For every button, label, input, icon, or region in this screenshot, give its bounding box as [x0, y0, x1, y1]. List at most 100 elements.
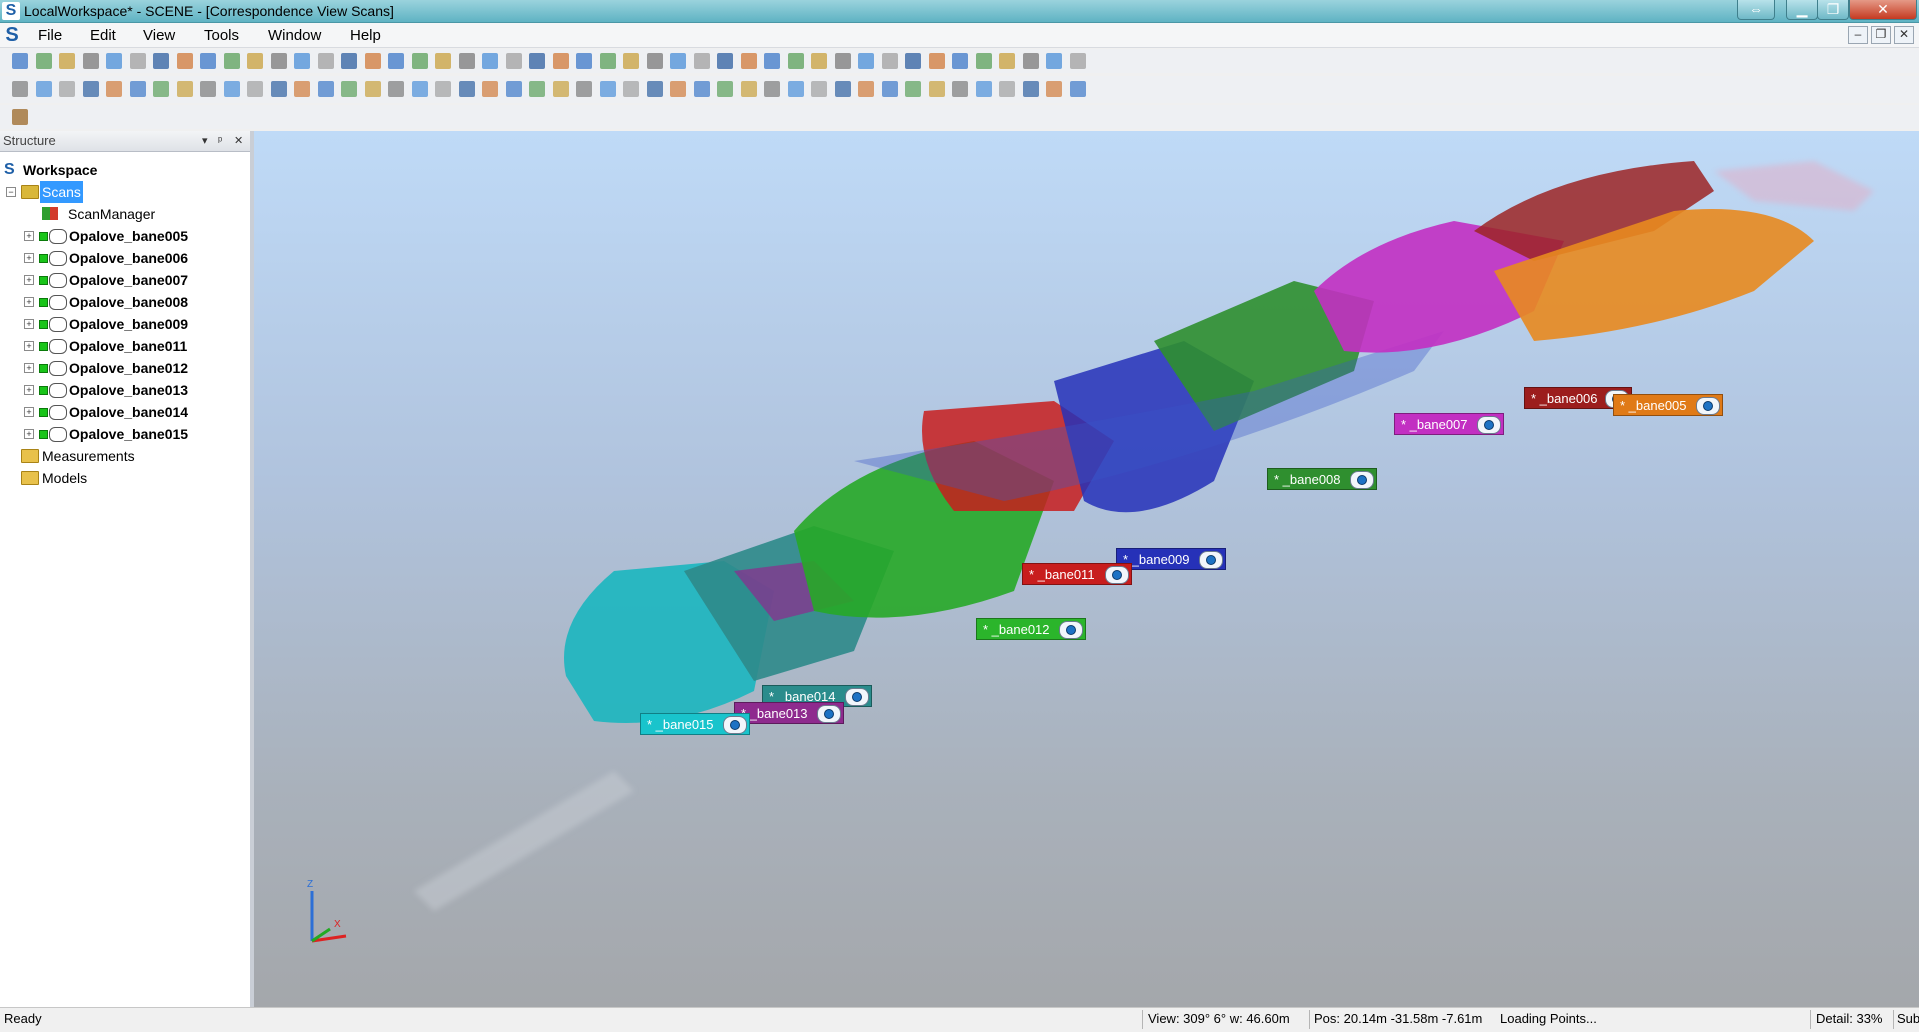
toolbar-icon[interactable]: [670, 53, 686, 69]
toolbar-icon[interactable]: [858, 81, 874, 97]
toolbar-icon[interactable]: [740, 53, 757, 69]
expand-icon[interactable]: +: [24, 341, 34, 351]
toolbar-icon[interactable]: [905, 53, 921, 69]
scan-label[interactable]: * _bane005: [1613, 394, 1723, 416]
toolbar-icon[interactable]: [787, 53, 804, 69]
toolbar-icon[interactable]: [59, 81, 75, 97]
scan-label[interactable]: * _bane007: [1394, 413, 1504, 435]
toolbar-icon[interactable]: [928, 53, 945, 69]
tree-item-scanmanager[interactable]: ScanManager: [0, 203, 246, 225]
toolbar-icon[interactable]: [364, 81, 381, 97]
correspondence-3d-view[interactable]: Z X * _bane006 * _bane005 * _bane007 * _ban…: [254, 131, 1919, 1007]
toolbar-icon[interactable]: [294, 81, 310, 97]
tree-item-models[interactable]: Models: [0, 467, 246, 489]
tree-item-scan[interactable]: + Opalove_bane014: [0, 401, 246, 423]
toolbar-icon[interactable]: [764, 81, 780, 97]
expand-icon[interactable]: +: [24, 297, 34, 307]
menu-view[interactable]: View: [143, 27, 175, 44]
toolbar-icon[interactable]: [552, 53, 569, 69]
toolbar-icon[interactable]: [411, 53, 428, 69]
toolbar-icon[interactable]: [59, 53, 75, 69]
toolbar-icon[interactable]: [952, 53, 968, 69]
expand-icon[interactable]: +: [24, 253, 34, 263]
toolbar-icon[interactable]: [693, 81, 710, 97]
restore-arrows-button[interactable]: ⇔: [1737, 0, 1775, 20]
toolbar-icon[interactable]: [223, 81, 240, 97]
toolbar-icon[interactable]: [153, 53, 169, 69]
toolbar-icon[interactable]: [411, 81, 428, 97]
toolbar-icon[interactable]: [529, 53, 545, 69]
scan-label[interactable]: * _bane009: [1116, 548, 1226, 570]
panel-close-icon[interactable]: ✕: [234, 131, 243, 151]
tree-item-scans[interactable]: − Scans: [0, 181, 246, 203]
expand-icon[interactable]: +: [24, 429, 34, 439]
collapse-icon[interactable]: −: [6, 187, 16, 197]
toolbar-icon[interactable]: [881, 53, 898, 69]
toolbar-icon[interactable]: [317, 81, 334, 97]
menu-window[interactable]: Window: [268, 27, 321, 44]
toolbar-icon[interactable]: [294, 53, 310, 69]
toolbar-icon[interactable]: [999, 81, 1015, 97]
toolbar-icon[interactable]: [153, 81, 169, 97]
tree-item-workspace[interactable]: S Workspace: [0, 159, 246, 181]
tree-item-scan[interactable]: + Opalove_bane007: [0, 269, 246, 291]
toolbar-icon[interactable]: [1069, 81, 1086, 97]
expand-icon[interactable]: +: [24, 363, 34, 373]
maximize-button[interactable]: ❐: [1817, 0, 1849, 20]
toolbar-icon[interactable]: [247, 53, 263, 69]
toolbar-icon[interactable]: [576, 53, 592, 69]
toolbar-icon[interactable]: [599, 81, 616, 97]
toolbar-icon[interactable]: [623, 53, 639, 69]
toolbar-icon[interactable]: [82, 81, 99, 97]
toolbar-icon[interactable]: [106, 81, 122, 97]
tree-item-scan[interactable]: + Opalove_bane015: [0, 423, 246, 445]
toolbar-icon[interactable]: [505, 81, 522, 97]
minimize-button[interactable]: ▁: [1786, 0, 1818, 20]
toolbar-icon[interactable]: [764, 53, 780, 69]
toolbar-icon[interactable]: [623, 81, 639, 97]
toolbar-icon[interactable]: [388, 81, 404, 97]
toolbar-icon[interactable]: [12, 109, 28, 125]
toolbar-icon[interactable]: [952, 81, 968, 97]
tree-item-scan[interactable]: + Opalove_bane005: [0, 225, 246, 247]
toolbar-icon[interactable]: [576, 81, 592, 97]
menu-edit[interactable]: Edit: [90, 27, 116, 44]
toolbar-icon[interactable]: [341, 53, 357, 69]
tree-item-measurements[interactable]: Measurements: [0, 445, 246, 467]
toolbar-icon[interactable]: [341, 81, 357, 97]
tree-item-scan[interactable]: + Opalove_bane008: [0, 291, 246, 313]
toolbar-icon[interactable]: [247, 81, 263, 97]
scan-label[interactable]: * _bane013: [734, 702, 844, 724]
eye-icon[interactable]: [1199, 551, 1223, 569]
toolbar-icon[interactable]: [975, 81, 992, 97]
toolbar-icon[interactable]: [505, 53, 522, 69]
toolbar-icon[interactable]: [435, 81, 451, 97]
toolbar-icon[interactable]: [599, 53, 616, 69]
toolbar-icon[interactable]: [646, 81, 663, 97]
toolbar-icon[interactable]: [270, 53, 287, 69]
toolbar-icon[interactable]: [223, 53, 240, 69]
toolbar-icon[interactable]: [834, 53, 851, 69]
mdi-restore-button[interactable]: ❐: [1871, 26, 1891, 44]
toolbar-icon[interactable]: [35, 81, 52, 97]
eye-icon[interactable]: [845, 688, 869, 706]
toolbar-icon[interactable]: [106, 53, 122, 69]
toolbar-icon[interactable]: [12, 81, 28, 97]
toolbar-icon[interactable]: [364, 53, 381, 69]
tree-item-scan[interactable]: + Opalove_bane013: [0, 379, 246, 401]
toolbar-icon[interactable]: [529, 81, 545, 97]
toolbar-icon[interactable]: [811, 81, 827, 97]
toolbar-icon[interactable]: [717, 81, 733, 97]
menu-tools[interactable]: Tools: [204, 27, 239, 44]
toolbar-icon[interactable]: [458, 53, 475, 69]
toolbar-icon[interactable]: [646, 53, 663, 69]
toolbar-icon[interactable]: [717, 53, 733, 69]
eye-icon[interactable]: [1350, 471, 1374, 489]
toolbar-icon[interactable]: [670, 81, 686, 97]
toolbar-icon[interactable]: [1022, 53, 1039, 69]
toolbar-icon[interactable]: [928, 81, 945, 97]
toolbar-icon[interactable]: [82, 53, 99, 69]
toolbar-icon[interactable]: [317, 53, 334, 69]
toolbar-icon[interactable]: [388, 53, 404, 69]
toolbar-icon[interactable]: [740, 81, 757, 97]
